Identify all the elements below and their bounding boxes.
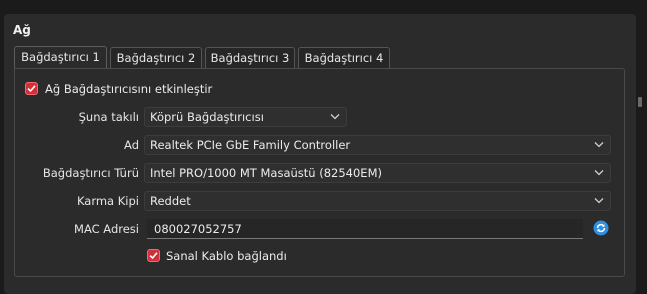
promiscuous-select[interactable]: Reddet — [144, 191, 611, 211]
attached-to-label: Şuna takılı — [78, 110, 139, 124]
cable-connected-checkbox[interactable] — [147, 249, 160, 262]
adapter-type-label: Bağdaştırıcı Türü — [42, 166, 139, 180]
cable-connected-label: Sanal Kablo bağlandı — [166, 249, 287, 263]
adapter-type-value: Intel PRO/1000 MT Masaüstü (82540EM) — [150, 166, 382, 180]
promiscuous-value: Reddet — [150, 194, 191, 208]
attached-to-value: Köprü Bağdaştırıcısı — [150, 110, 264, 124]
mac-label: MAC Adresi — [74, 222, 139, 236]
chevron-down-icon — [594, 198, 604, 204]
tab-adapter-2[interactable]: Bağdaştırıcı 2 — [110, 47, 202, 68]
tab-adapter-1[interactable]: Bağdaştırıcı 1 — [14, 46, 107, 69]
chevron-down-icon — [594, 142, 604, 148]
adapter-type-select[interactable]: Intel PRO/1000 MT Masaüstü (82540EM) — [144, 163, 611, 183]
tab-adapter-3[interactable]: Bağdaştırıcı 3 — [205, 47, 295, 68]
refresh-icon[interactable] — [593, 220, 609, 236]
chevron-down-icon — [330, 114, 340, 120]
enable-adapter-label: Ağ Bağdaştırıcısını etkinleştir — [45, 82, 213, 96]
enable-adapter-checkbox[interactable] — [25, 82, 38, 95]
attached-to-select[interactable]: Köprü Bağdaştırıcısı — [144, 107, 347, 127]
name-value: Realtek PCIe GbE Family Controller — [150, 138, 351, 152]
checkmark-icon — [27, 85, 36, 93]
scrollbar[interactable] — [638, 97, 642, 107]
chevron-down-icon — [594, 170, 604, 176]
tab-adapter-4[interactable]: Bağdaştırıcı 4 — [298, 47, 390, 68]
mac-address-input[interactable] — [147, 219, 583, 239]
name-select[interactable]: Realtek PCIe GbE Family Controller — [144, 135, 611, 155]
section-title: Ağ — [13, 23, 31, 37]
name-label: Ad — [124, 138, 139, 152]
promiscuous-label: Karma Kipi — [76, 194, 139, 208]
checkmark-icon — [149, 252, 158, 260]
